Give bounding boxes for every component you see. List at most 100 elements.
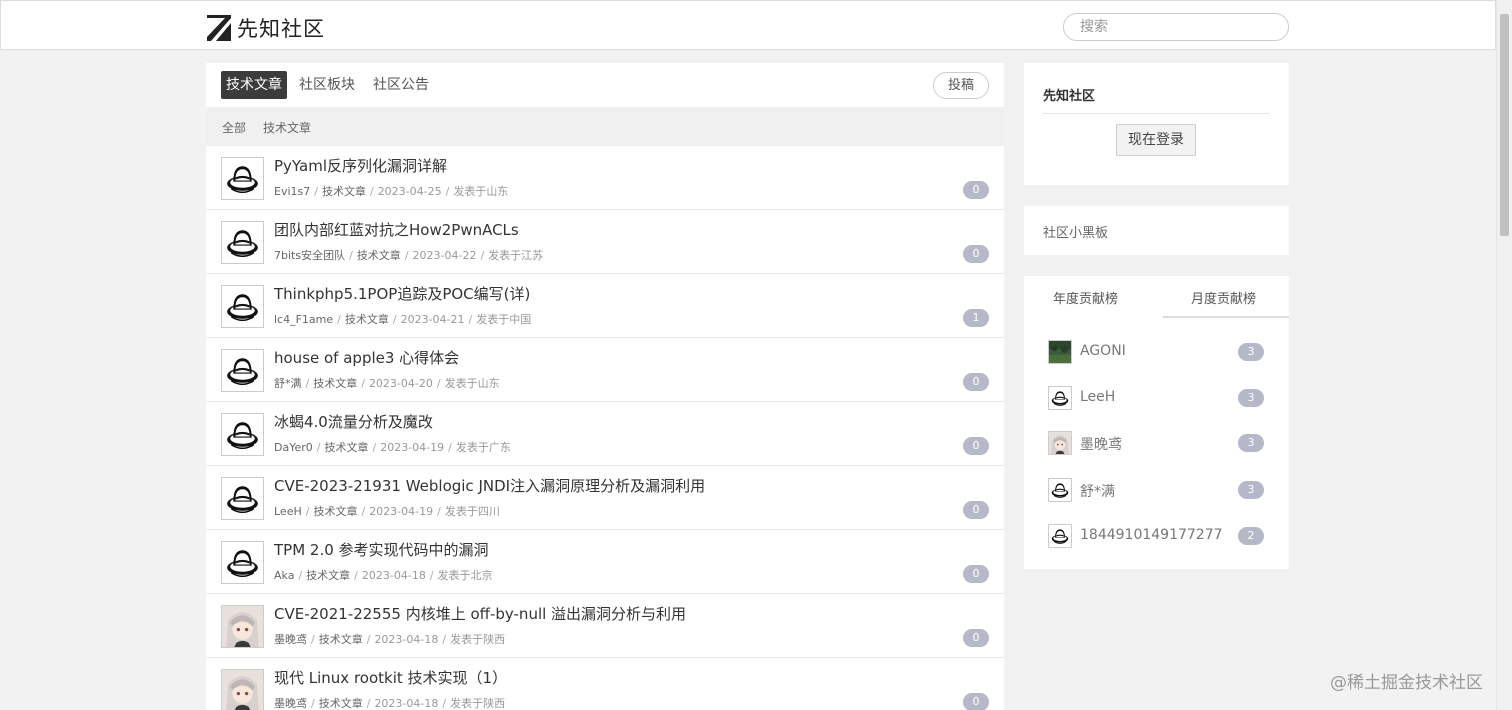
article-title[interactable]: TPM 2.0 参考实现代码中的漏洞 [274, 539, 489, 560]
article-category[interactable]: 技术文章 [306, 569, 350, 582]
ranking-username[interactable]: 舒*满 [1080, 481, 1115, 501]
article-title[interactable]: Thinkphp5.1POP追踪及POC编写(详) [274, 283, 530, 304]
tab-tech-articles[interactable]: 技术文章 [221, 71, 287, 99]
article-author[interactable]: Aka [274, 569, 294, 582]
article-item[interactable]: 冰蝎4.0流量分析及魔改 DaYer0/技术文章/2023-04-19/发表于广东… [206, 402, 1004, 466]
anime-avatar[interactable] [221, 669, 264, 710]
article-location: 发表于中国 [476, 313, 532, 326]
search-input[interactable] [1063, 13, 1289, 41]
tab-monthly-ranking[interactable]: 月度贡献榜 [1191, 288, 1256, 307]
meta-separator: / [392, 313, 397, 326]
meta-separator: / [372, 441, 377, 454]
hat-avatar[interactable] [221, 413, 264, 456]
article-item[interactable]: 团队内部红蓝对抗之How2PwnACLs 7bits安全团队 / 技术文章/2023-… [206, 210, 1004, 274]
community-board-title[interactable]: 社区小黑板 [1043, 222, 1108, 241]
hat-avatar[interactable] [221, 157, 264, 200]
article-category[interactable]: 技术文章 [319, 697, 363, 710]
article-author[interactable]: 墨晚鸢 [274, 697, 307, 710]
scrollbar-thumb[interactable] [1500, 14, 1509, 236]
ranking-username[interactable]: 墨晚鸢 [1080, 434, 1122, 454]
article-item[interactable]: PyYaml反序列化漏洞详解 Evi1s7/技术文章/2023-04-25/发表于… [206, 146, 1004, 210]
anime-avatar[interactable] [1048, 431, 1072, 455]
article-category[interactable]: 技术文章 [313, 505, 357, 518]
ranking-username[interactable]: AGONI [1080, 343, 1126, 359]
article-title[interactable]: PyYaml反序列化漏洞详解 [274, 155, 447, 176]
article-author[interactable]: lc4_F1ame [274, 313, 333, 326]
article-category[interactable]: 技术文章 [345, 313, 389, 326]
hat-avatar[interactable] [221, 221, 264, 264]
article-title[interactable]: house of apple3 心得体会 [274, 347, 459, 368]
article-title[interactable]: 团队内部红蓝对抗之How2PwnACLs [274, 219, 519, 240]
article-author[interactable]: 7bits安全团队 [274, 249, 345, 262]
article-location: 发表于陕西 [450, 697, 506, 710]
article-item[interactable]: TPM 2.0 参考实现代码中的漏洞 Aka / 技术文章/2023-04-18/发表… [206, 530, 1004, 594]
contribution-ranking-card: 年度贡献榜 月度贡献榜 AGONI 3 LeeH 3 墨晚鸢 3 舒*满 3 184491014… [1024, 276, 1289, 569]
article-author[interactable]: 墨晚鸢 [274, 633, 307, 646]
article-category[interactable]: 技术文章 [319, 633, 363, 646]
ranking-row[interactable]: 1844910149177277 2 [1024, 524, 1289, 550]
breadcrumb-current[interactable]: 技术文章 [263, 119, 311, 136]
hat-avatar[interactable] [1048, 478, 1072, 502]
divider [1043, 113, 1269, 114]
meta-separator: / [369, 185, 374, 198]
login-card-title: 先知社区 [1043, 89, 1096, 104]
login-button[interactable]: 现在登录 [1116, 124, 1196, 156]
article-title[interactable]: CVE-2021-22555 内核堆上 off-by-null 溢出漏洞分析与利… [274, 603, 686, 624]
site-logo[interactable]: 先知社区 [207, 13, 325, 43]
ranking-count-badge: 3 [1238, 343, 1264, 361]
breadcrumb: 全部 技术文章 [206, 107, 1004, 147]
article-location: 发表于北京 [437, 569, 493, 582]
article-meta: 墨晚鸢 / 技术文章/2023-04-18/发表于陕西 [274, 631, 505, 647]
tab-yearly-ranking[interactable]: 年度贡献榜 [1053, 288, 1118, 307]
article-item[interactable]: CVE-2021-22555 内核堆上 off-by-null 溢出漏洞分析与利… [206, 594, 1004, 658]
ranking-row[interactable]: AGONI 3 [1024, 340, 1289, 366]
submit-article-button[interactable]: 投稿 [933, 72, 989, 99]
article-item[interactable]: CVE-2023-21931 Weblogic JNDI注入漏洞原理分析及漏洞利… [206, 466, 1004, 530]
ranking-row[interactable]: 墨晚鸢 3 [1024, 431, 1289, 457]
article-category[interactable]: 技术文章 [357, 249, 401, 262]
tab-community-boards[interactable]: 社区板块 [299, 71, 355, 99]
article-category[interactable]: 技术文章 [313, 377, 357, 390]
article-author[interactable]: Evi1s7 [274, 185, 310, 198]
anime-avatar[interactable] [221, 605, 264, 648]
hat-avatar[interactable] [221, 541, 264, 584]
article-item[interactable]: 现代 Linux rootkit 技术实现（1） 墨晚鸢 / 技术文章/2023-04… [206, 658, 1004, 710]
meta-separator: / [298, 569, 303, 582]
comment-count-badge: 0 [963, 629, 989, 647]
article-item[interactable]: Thinkphp5.1POP追踪及POC编写(详) lc4_F1ame / 技术文章 /… [206, 274, 1004, 338]
meta-separator: / [311, 697, 315, 710]
ranking-username[interactable]: LeeH [1080, 389, 1115, 405]
ranking-row[interactable]: LeeH 3 [1024, 386, 1289, 412]
page-scrollbar[interactable] [1496, 0, 1512, 710]
article-category[interactable]: 技术文章 [322, 185, 366, 198]
hat-avatar[interactable] [221, 285, 264, 328]
article-author[interactable]: 舒*满 [274, 377, 302, 390]
meta-separator: / [468, 313, 473, 326]
article-meta: 7bits安全团队 / 技术文章/2023-04-22/发表于江苏 [274, 247, 543, 263]
article-date: 2023-04-18 [374, 697, 439, 710]
tab-community-notices[interactable]: 社区公告 [373, 71, 429, 99]
article-title[interactable]: 冰蝎4.0流量分析及魔改 [274, 411, 433, 432]
hat-avatar[interactable] [221, 477, 264, 520]
article-author[interactable]: LeeH [274, 505, 302, 518]
article-meta: lc4_F1ame / 技术文章/2023-04-21/发表于中国 [274, 311, 531, 327]
article-item[interactable]: house of apple3 心得体会 舒*满 / 技术文章/2023-04-20/… [206, 338, 1004, 402]
landscape-avatar[interactable] [1048, 340, 1072, 364]
breadcrumb-all[interactable]: 全部 [222, 119, 246, 136]
hat-avatar[interactable] [1048, 386, 1072, 410]
article-title[interactable]: CVE-2023-21931 Weblogic JNDI注入漏洞原理分析及漏洞利… [274, 475, 705, 496]
article-meta: Aka / 技术文章/2023-04-18/发表于北京 [274, 567, 493, 583]
article-category[interactable]: 技术文章 [324, 441, 368, 454]
hat-avatar[interactable] [1048, 524, 1072, 548]
comment-count-badge: 1 [963, 309, 989, 327]
hat-avatar[interactable] [221, 349, 264, 392]
ranking-row[interactable]: 舒*满 3 [1024, 478, 1289, 504]
ranking-count-badge: 2 [1238, 527, 1264, 545]
article-title[interactable]: 现代 Linux rootkit 技术实现（1） [274, 667, 507, 688]
ranking-username[interactable]: 1844910149177277 [1080, 527, 1223, 543]
article-author[interactable]: DaYer0 [274, 441, 313, 454]
community-board-card[interactable]: 社区小黑板 [1024, 206, 1289, 255]
meta-separator: / [366, 633, 371, 646]
meta-separator: / [429, 569, 434, 582]
article-date: 2023-04-19 [380, 441, 445, 454]
